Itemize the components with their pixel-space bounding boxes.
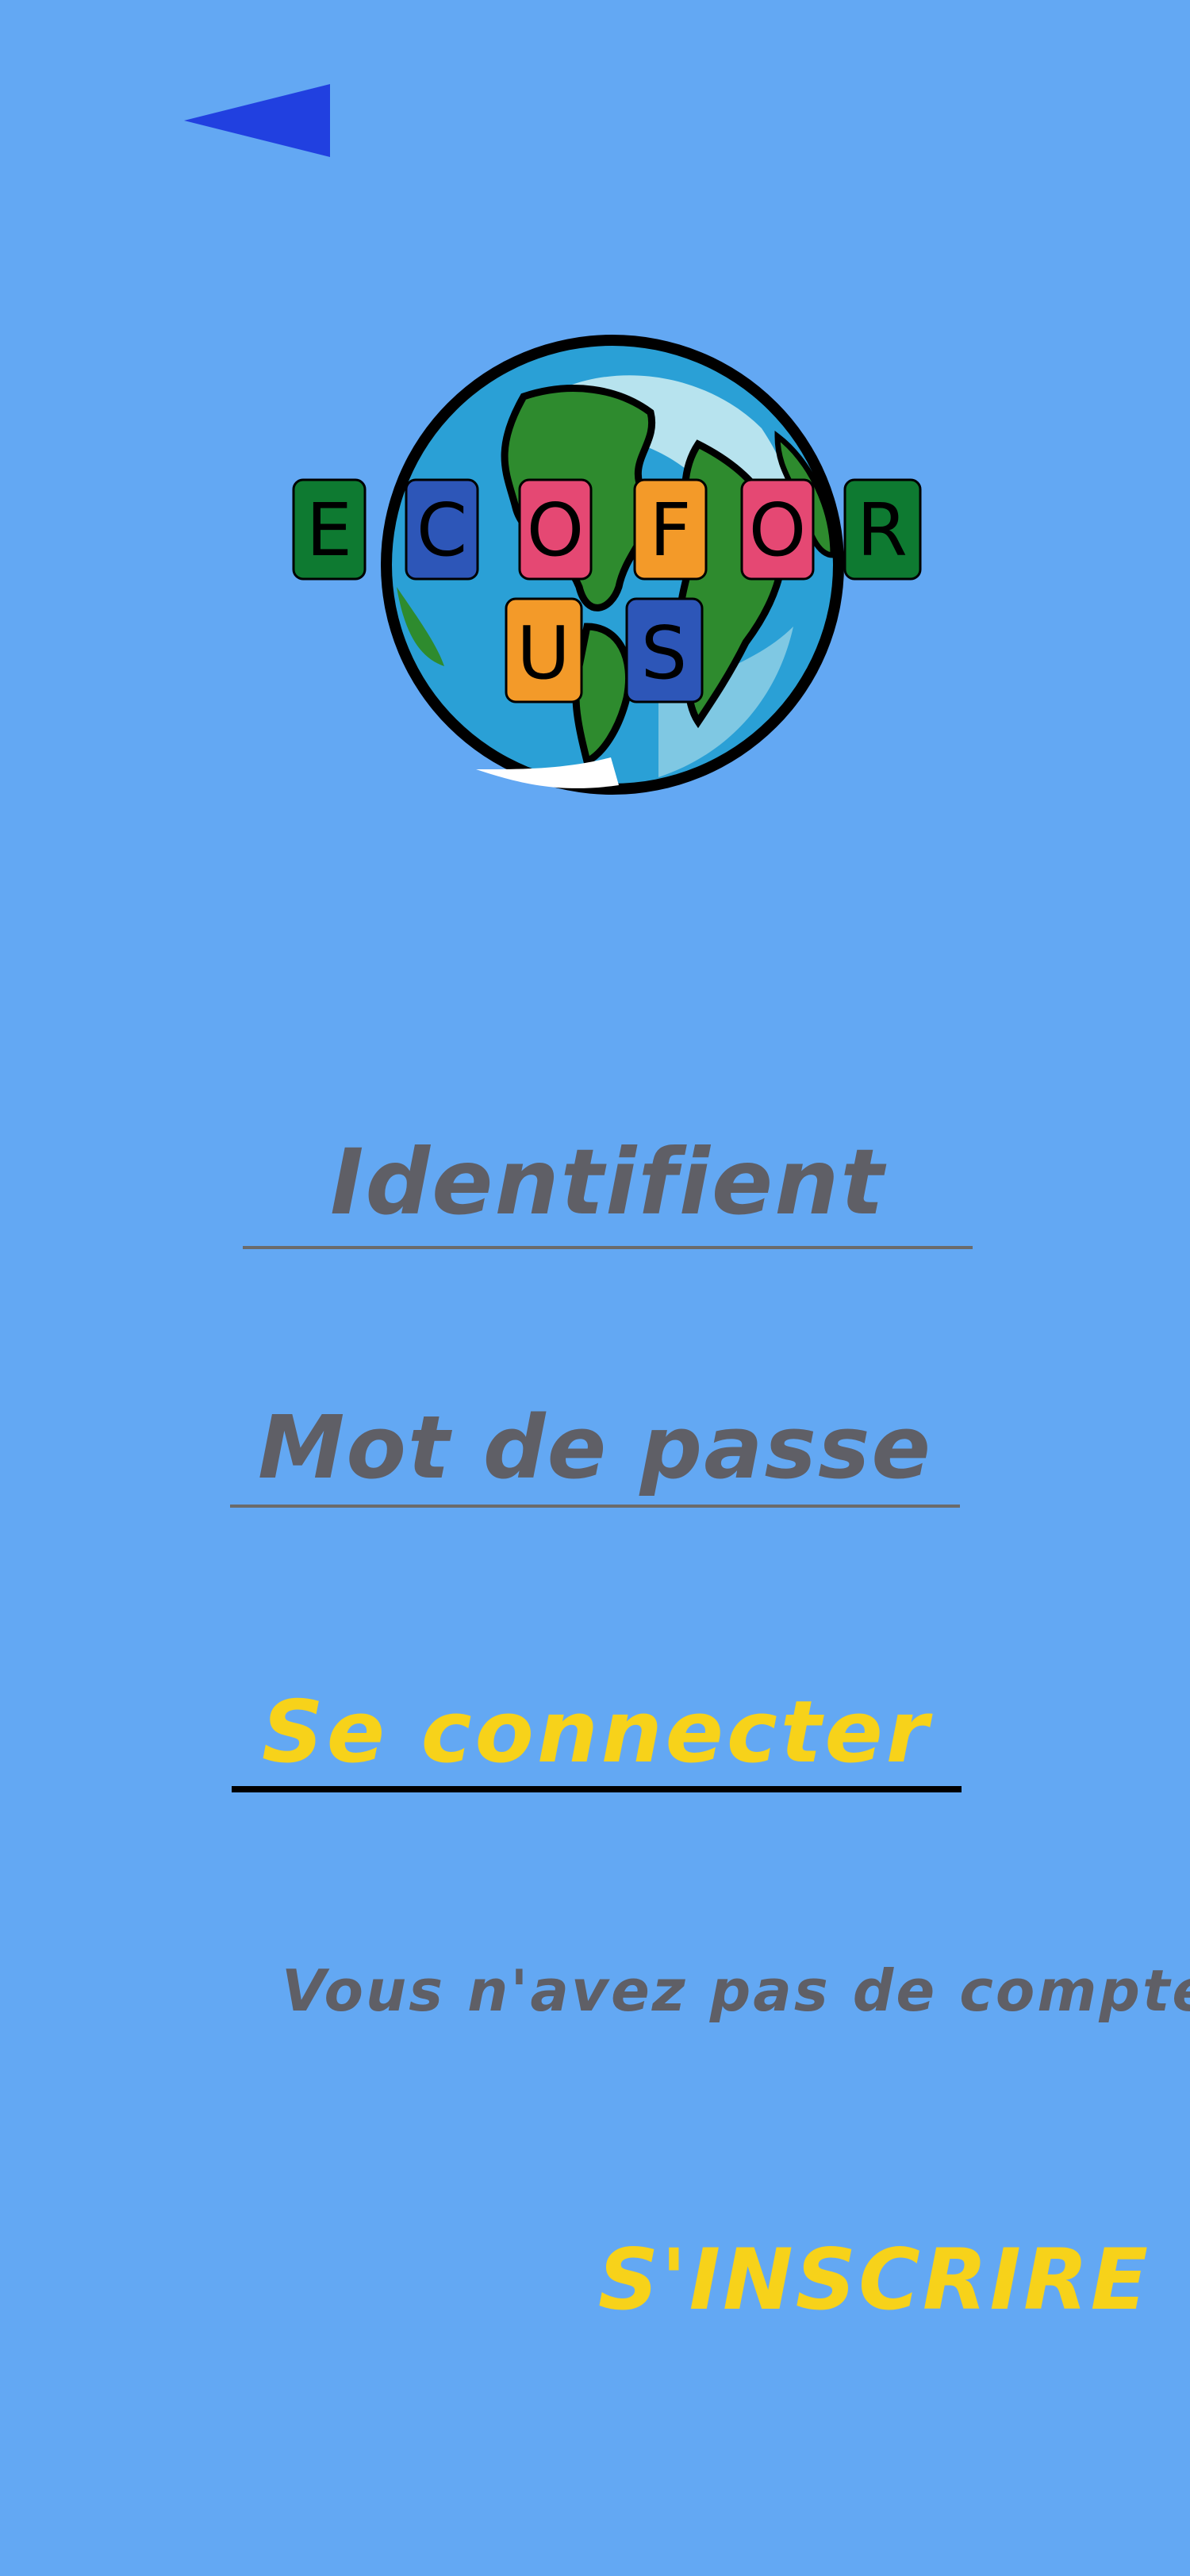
globe-logo-icon: E C O F O R U S <box>292 335 922 795</box>
logo-letter: R <box>857 488 908 573</box>
app-logo: E C O F O R U S <box>286 325 928 809</box>
logo-letter: C <box>416 488 467 573</box>
back-arrow-icon <box>184 84 330 157</box>
username-input[interactable] <box>243 1118 973 1245</box>
logo-letter: O <box>527 488 584 573</box>
logo-letter: E <box>306 488 352 573</box>
password-underline <box>230 1505 960 1508</box>
register-button[interactable]: S'INSCRIRE <box>555 2221 1150 2340</box>
back-button[interactable] <box>181 82 332 159</box>
password-input[interactable] <box>230 1384 960 1511</box>
login-button[interactable]: Se connecter <box>232 1673 962 1792</box>
no-account-text: Vous n'avez pas de compte <box>282 1957 1190 2024</box>
logo-letter: O <box>749 488 806 573</box>
logo-letter: F <box>650 488 692 573</box>
username-underline <box>243 1246 973 1249</box>
logo-letter: U <box>516 611 570 696</box>
logo-letter: S <box>641 611 687 696</box>
